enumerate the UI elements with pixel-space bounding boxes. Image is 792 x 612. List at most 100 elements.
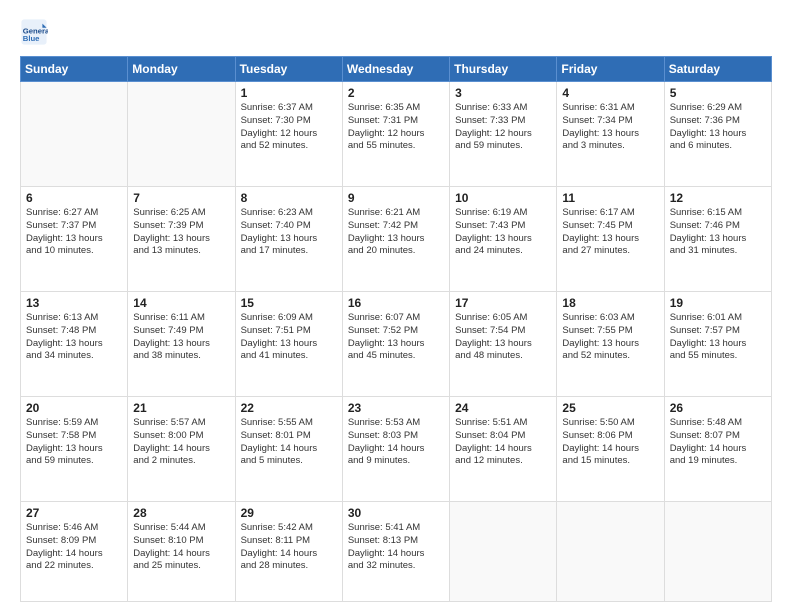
weekday-header-tuesday: Tuesday [235,57,342,82]
day-info: Sunrise: 6:15 AM Sunset: 7:46 PM Dayligh… [670,207,766,258]
calendar-cell: 2 Sunrise: 6:35 AM Sunset: 7:31 PM Daylig… [342,82,449,187]
day-number: 25 [562,401,658,415]
calendar-cell: 11Sunrise: 6:17 AM Sunset: 7:45 PM Dayli… [557,186,664,291]
day-number: 15 [241,296,337,310]
day-number: 22 [241,401,337,415]
calendar-cell: 5 Sunrise: 6:29 AM Sunset: 7:36 PM Daylig… [664,82,771,187]
day-number: 8 [241,191,337,205]
day-number: 2 [348,86,444,100]
day-info: Sunrise: 6:17 AM Sunset: 7:45 PM Dayligh… [562,207,658,258]
day-info: Sunrise: 6:35 AM Sunset: 7:31 PM Dayligh… [348,102,444,153]
header: General Blue [20,18,772,46]
calendar-cell: 4 Sunrise: 6:31 AM Sunset: 7:34 PM Daylig… [557,82,664,187]
weekday-header-friday: Friday [557,57,664,82]
day-number: 5 [670,86,766,100]
day-info: Sunrise: 6:31 AM Sunset: 7:34 PM Dayligh… [562,102,658,153]
day-info: Sunrise: 5:46 AM Sunset: 8:09 PM Dayligh… [26,522,122,573]
day-number: 23 [348,401,444,415]
calendar-cell: 13Sunrise: 6:13 AM Sunset: 7:48 PM Dayli… [21,291,128,396]
day-number: 26 [670,401,766,415]
calendar-cell: 18 Sunrise: 6:03 AM Sunset: 7:55 PM Dayli… [557,291,664,396]
day-number: 28 [133,506,229,520]
week-row-4: 20Sunrise: 5:59 AM Sunset: 7:58 PM Dayli… [21,396,772,501]
day-number: 16 [348,296,444,310]
calendar-cell [664,501,771,601]
day-info: Sunrise: 6:25 AM Sunset: 7:39 PM Dayligh… [133,207,229,258]
week-row-5: 27 Sunrise: 5:46 AM Sunset: 8:09 PM Dayli… [21,501,772,601]
day-info: Sunrise: 5:53 AM Sunset: 8:03 PM Dayligh… [348,417,444,468]
calendar-cell [21,82,128,187]
day-info: Sunrise: 6:33 AM Sunset: 7:33 PM Dayligh… [455,102,551,153]
calendar-cell: 9 Sunrise: 6:21 AM Sunset: 7:42 PM Daylig… [342,186,449,291]
calendar-cell [557,501,664,601]
day-info: Sunrise: 6:09 AM Sunset: 7:51 PM Dayligh… [241,312,337,363]
calendar-cell: 19Sunrise: 6:01 AM Sunset: 7:57 PM Dayli… [664,291,771,396]
calendar-cell: 17Sunrise: 6:05 AM Sunset: 7:54 PM Dayli… [450,291,557,396]
svg-text:Blue: Blue [23,34,40,43]
day-info: Sunrise: 6:19 AM Sunset: 7:43 PM Dayligh… [455,207,551,258]
day-info: Sunrise: 5:44 AM Sunset: 8:10 PM Dayligh… [133,522,229,573]
day-number: 9 [348,191,444,205]
day-number: 1 [241,86,337,100]
day-info: Sunrise: 6:37 AM Sunset: 7:30 PM Dayligh… [241,102,337,153]
weekday-header-thursday: Thursday [450,57,557,82]
calendar-cell: 10 Sunrise: 6:19 AM Sunset: 7:43 PM Dayli… [450,186,557,291]
calendar-cell: 16 Sunrise: 6:07 AM Sunset: 7:52 PM Dayli… [342,291,449,396]
day-number: 7 [133,191,229,205]
day-number: 30 [348,506,444,520]
day-info: Sunrise: 5:48 AM Sunset: 8:07 PM Dayligh… [670,417,766,468]
day-number: 14 [133,296,229,310]
day-number: 12 [670,191,766,205]
calendar-cell [128,82,235,187]
day-info: Sunrise: 6:03 AM Sunset: 7:55 PM Dayligh… [562,312,658,363]
day-info: Sunrise: 6:07 AM Sunset: 7:52 PM Dayligh… [348,312,444,363]
calendar-table: SundayMondayTuesdayWednesdayThursdayFrid… [20,56,772,602]
calendar-cell: 1 Sunrise: 6:37 AM Sunset: 7:30 PM Daylig… [235,82,342,187]
day-number: 20 [26,401,122,415]
day-info: Sunrise: 6:05 AM Sunset: 7:54 PM Dayligh… [455,312,551,363]
calendar-cell: 14 Sunrise: 6:11 AM Sunset: 7:49 PM Dayli… [128,291,235,396]
calendar-cell: 22 Sunrise: 5:55 AM Sunset: 8:01 PM Dayli… [235,396,342,501]
day-number: 24 [455,401,551,415]
day-info: Sunrise: 5:51 AM Sunset: 8:04 PM Dayligh… [455,417,551,468]
day-info: Sunrise: 5:57 AM Sunset: 8:00 PM Dayligh… [133,417,229,468]
day-number: 27 [26,506,122,520]
calendar-cell: 30Sunrise: 5:41 AM Sunset: 8:13 PM Dayli… [342,501,449,601]
calendar-cell: 25Sunrise: 5:50 AM Sunset: 8:06 PM Dayli… [557,396,664,501]
calendar-cell: 7 Sunrise: 6:25 AM Sunset: 7:39 PM Daylig… [128,186,235,291]
day-number: 21 [133,401,229,415]
day-info: Sunrise: 6:11 AM Sunset: 7:49 PM Dayligh… [133,312,229,363]
day-info: Sunrise: 5:42 AM Sunset: 8:11 PM Dayligh… [241,522,337,573]
week-row-1: 1 Sunrise: 6:37 AM Sunset: 7:30 PM Daylig… [21,82,772,187]
calendar-cell: 29 Sunrise: 5:42 AM Sunset: 8:11 PM Dayli… [235,501,342,601]
calendar-cell [450,501,557,601]
calendar-cell: 12 Sunrise: 6:15 AM Sunset: 7:46 PM Dayli… [664,186,771,291]
day-number: 3 [455,86,551,100]
weekday-header-saturday: Saturday [664,57,771,82]
day-info: Sunrise: 6:13 AM Sunset: 7:48 PM Dayligh… [26,312,122,363]
day-info: Sunrise: 6:23 AM Sunset: 7:40 PM Dayligh… [241,207,337,258]
calendar-cell: 28 Sunrise: 5:44 AM Sunset: 8:10 PM Dayli… [128,501,235,601]
weekday-header-monday: Monday [128,57,235,82]
calendar-cell: 6Sunrise: 6:27 AM Sunset: 7:37 PM Daylig… [21,186,128,291]
day-number: 4 [562,86,658,100]
day-info: Sunrise: 5:55 AM Sunset: 8:01 PM Dayligh… [241,417,337,468]
week-row-3: 13Sunrise: 6:13 AM Sunset: 7:48 PM Dayli… [21,291,772,396]
calendar-cell: 3 Sunrise: 6:33 AM Sunset: 7:33 PM Daylig… [450,82,557,187]
day-info: Sunrise: 6:27 AM Sunset: 7:37 PM Dayligh… [26,207,122,258]
calendar-cell: 21 Sunrise: 5:57 AM Sunset: 8:00 PM Dayli… [128,396,235,501]
page: General Blue SundayMondayTuesdayWednesda… [0,0,792,612]
week-row-2: 6Sunrise: 6:27 AM Sunset: 7:37 PM Daylig… [21,186,772,291]
day-info: Sunrise: 6:21 AM Sunset: 7:42 PM Dayligh… [348,207,444,258]
calendar-cell: 20Sunrise: 5:59 AM Sunset: 7:58 PM Dayli… [21,396,128,501]
logo-icon: General Blue [20,18,48,46]
day-info: Sunrise: 6:01 AM Sunset: 7:57 PM Dayligh… [670,312,766,363]
day-number: 10 [455,191,551,205]
day-info: Sunrise: 6:29 AM Sunset: 7:36 PM Dayligh… [670,102,766,153]
weekday-header-wednesday: Wednesday [342,57,449,82]
calendar-cell: 24 Sunrise: 5:51 AM Sunset: 8:04 PM Dayli… [450,396,557,501]
day-number: 29 [241,506,337,520]
logo: General Blue [20,18,52,46]
day-number: 18 [562,296,658,310]
weekday-header-sunday: Sunday [21,57,128,82]
